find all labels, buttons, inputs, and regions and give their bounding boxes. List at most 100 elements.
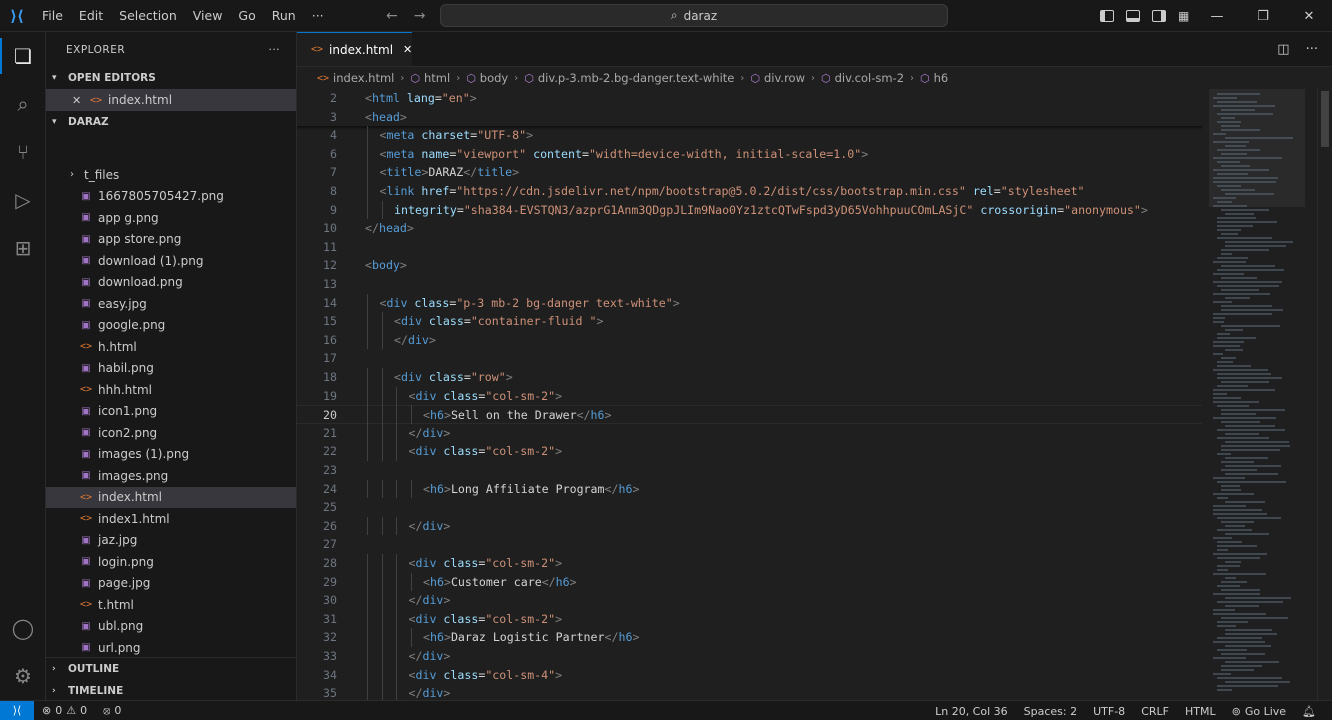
code-line[interactable]: 35 </div> xyxy=(297,684,1202,700)
code-line[interactable]: 33 </div> xyxy=(297,647,1202,666)
split-editor-icon[interactable]: ◫ xyxy=(1277,42,1289,57)
code-line[interactable]: 10 </head> xyxy=(297,219,1202,238)
menu-item-more[interactable]: ··· xyxy=(304,0,332,32)
code-line[interactable]: 2 <html lang="en"> xyxy=(297,89,1202,108)
extensions-icon[interactable]: ⊞ xyxy=(0,224,46,272)
minimize-icon[interactable]: — xyxy=(1194,0,1240,32)
code-line[interactable]: 12 <body> xyxy=(297,256,1202,275)
remote-indicator-icon[interactable]: ⟩⟨ xyxy=(0,700,34,720)
code-line[interactable]: 3 <head> xyxy=(297,108,1202,127)
tree-item[interactable]: ▣ app g.png xyxy=(46,207,296,229)
code-line[interactable]: 9 integrity="sha384-EVSTQN3/azprG1Anm3QDg… xyxy=(297,201,1202,220)
tree-item[interactable]: ▣ images (1).png xyxy=(46,444,296,466)
code-line[interactable]: 8 <link href="https://cdn.jsdelivr.net/np… xyxy=(297,182,1202,201)
more-actions-icon[interactable]: ··· xyxy=(1306,42,1318,57)
code-line[interactable]: 31 <div class="col-sm-2"> xyxy=(297,610,1202,629)
tree-item[interactable]: <> index.html xyxy=(46,486,296,508)
encoding[interactable]: UTF-8 xyxy=(1085,705,1133,718)
code-editor[interactable]: 2 <html lang="en"> 3 <head> 4 <meta charset="… xyxy=(297,89,1202,700)
notifications-bell-icon[interactable]: 🔔︎ xyxy=(1294,705,1324,718)
code-line[interactable]: 30 </div> xyxy=(297,591,1202,610)
scrollbar-thumb[interactable] xyxy=(1321,91,1329,147)
tab-index-html[interactable]: <> index.html ✕ xyxy=(297,32,412,66)
tree-item[interactable]: ▣ icon2.png xyxy=(46,422,296,444)
account-icon[interactable]: ◯ xyxy=(0,604,46,652)
code-line[interactable]: 14 <div class="p-3 mb-2 bg-danger text-wh… xyxy=(297,294,1202,313)
problems-indicator[interactable]: ⊗ 0 ⚠ 0 xyxy=(34,704,95,717)
code-line[interactable]: 16 </div> xyxy=(297,331,1202,350)
code-line[interactable]: 24 <h6>Long Affiliate Program</h6> xyxy=(297,480,1202,499)
customize-layout-icon[interactable]: ▦ xyxy=(1178,9,1189,23)
code-line[interactable]: 6 <meta name="viewport" content="width=de… xyxy=(297,145,1202,164)
go-live-button[interactable]: ⊚ Go Live xyxy=(1224,705,1294,718)
code-line[interactable]: 19 <div class="col-sm-2"> xyxy=(297,387,1202,406)
forward-arrow-icon[interactable]: → xyxy=(414,8,426,24)
code-line[interactable]: 4 <meta charset="UTF-8"> xyxy=(297,126,1202,145)
source-control-icon[interactable]: ⑂ xyxy=(0,128,46,176)
tree-item[interactable]: ▣ app store.png xyxy=(46,229,296,251)
breadcrumb-item[interactable]: div.p-3.mb-2.bg-danger.text-white xyxy=(538,71,735,85)
code-line[interactable]: 23 xyxy=(297,461,1202,480)
language-mode[interactable]: HTML xyxy=(1177,705,1224,718)
indentation[interactable]: Spaces: 2 xyxy=(1016,705,1085,718)
end-of-line[interactable]: CRLF xyxy=(1133,705,1177,718)
code-line[interactable]: 27 xyxy=(297,535,1202,554)
back-arrow-icon[interactable]: ← xyxy=(386,8,398,24)
vertical-scrollbar[interactable] xyxy=(1317,89,1331,700)
tree-item[interactable]: ▣ page.jpg xyxy=(46,573,296,595)
outline-section[interactable]: › OUTLINE xyxy=(46,658,296,680)
breadcrumb-item[interactable]: div.row xyxy=(764,71,805,85)
tree-item[interactable]: ▣ google.png xyxy=(46,315,296,337)
toggle-panel-icon[interactable] xyxy=(1126,10,1140,22)
tree-item[interactable]: ▣ images.png xyxy=(46,465,296,487)
code-line[interactable]: 11 xyxy=(297,238,1202,257)
code-line[interactable]: 18 <div class="row"> xyxy=(297,368,1202,387)
minimap[interactable] xyxy=(1209,89,1305,700)
tree-item[interactable]: <> h.html xyxy=(46,336,296,358)
close-tab-icon[interactable]: ✕ xyxy=(403,43,412,56)
breadcrumb-item[interactable]: h6 xyxy=(934,71,949,85)
code-line[interactable]: 21 </div> xyxy=(297,424,1202,443)
close-icon[interactable]: ✕ xyxy=(72,94,84,107)
breadcrumb-item[interactable]: index.html xyxy=(333,71,394,85)
open-editors-section[interactable]: ▾ OPEN EDITORS xyxy=(46,67,296,89)
open-editor-item[interactable]: ✕ <> index.html xyxy=(46,89,296,111)
code-line[interactable]: 25 xyxy=(297,498,1202,517)
tree-item[interactable]: <> hhh.html xyxy=(46,379,296,401)
ports-indicator[interactable]: ⦻ 0 xyxy=(95,704,129,718)
menu-item-file[interactable]: File xyxy=(34,0,71,32)
breadcrumb-item[interactable]: div.col-sm-2 xyxy=(835,71,904,85)
folder-section[interactable]: ▾ DARAZ xyxy=(46,111,296,133)
tree-item[interactable]: ▣ icon1.png xyxy=(46,401,296,423)
tree-item[interactable]: ▣ easy.jpg xyxy=(46,293,296,315)
tree-item[interactable]: <> index1.html xyxy=(46,508,296,530)
code-line[interactable]: 17 xyxy=(297,349,1202,368)
menu-item-run[interactable]: Run xyxy=(264,0,304,32)
menu-item-view[interactable]: View xyxy=(185,0,231,32)
tree-item[interactable]: ▣ 1667805705427.png xyxy=(46,186,296,208)
code-line[interactable]: 28 <div class="col-sm-2"> xyxy=(297,554,1202,573)
code-line[interactable]: 7 <title>DARAZ</title> xyxy=(297,163,1202,182)
command-center-search[interactable]: ⌕ daraz xyxy=(440,4,948,27)
explorer-icon[interactable]: ❏ xyxy=(0,32,46,80)
code-line[interactable]: 32 <h6>Daraz Logistic Partner</h6> xyxy=(297,628,1202,647)
run-debug-icon[interactable]: ▷ xyxy=(0,176,46,224)
manage-gear-icon[interactable]: ⚙ xyxy=(0,652,46,700)
cursor-position[interactable]: Ln 20, Col 36 xyxy=(927,705,1016,718)
menu-item-edit[interactable]: Edit xyxy=(71,0,111,32)
code-line[interactable]: 20 <h6>Sell on the Drawer</h6> xyxy=(297,405,1202,424)
tree-item[interactable]: <> t.html xyxy=(46,594,296,616)
tree-item[interactable]: ▣ url.png xyxy=(46,637,296,659)
tree-item[interactable]: ▣ ubl.png xyxy=(46,616,296,638)
tree-item[interactable]: ▣ habil.png xyxy=(46,358,296,380)
breadcrumb-item[interactable]: html xyxy=(424,71,450,85)
code-line[interactable]: 34 <div class="col-sm-4"> xyxy=(297,666,1202,685)
code-line[interactable]: 26 </div> xyxy=(297,517,1202,536)
toggle-primary-sidebar-icon[interactable] xyxy=(1100,10,1114,22)
menu-item-go[interactable]: Go xyxy=(230,0,263,32)
tree-item[interactable]: › t_files xyxy=(46,164,296,186)
toggle-secondary-sidebar-icon[interactable] xyxy=(1152,10,1166,22)
code-line[interactable]: 15 <div class="container-fluid "> xyxy=(297,312,1202,331)
breadcrumb-item[interactable]: body xyxy=(480,71,508,85)
code-line[interactable]: 29 <h6>Customer care</h6> xyxy=(297,573,1202,592)
